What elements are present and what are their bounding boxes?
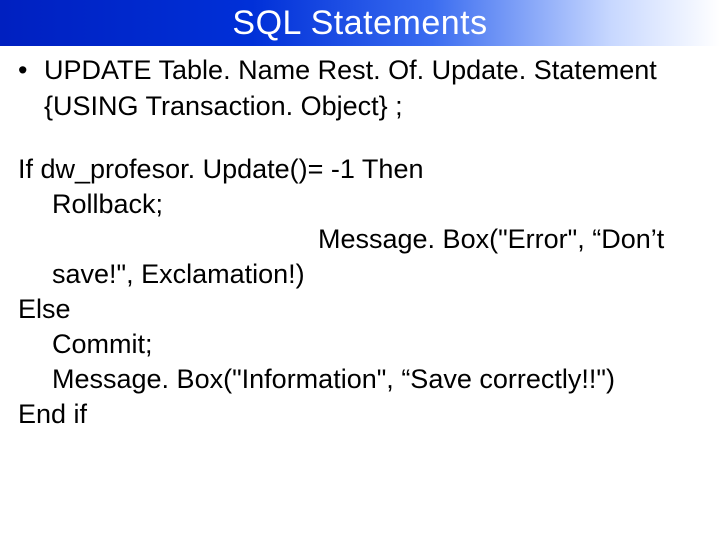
code-line: Message. Box("Information", “Save correc… [18,362,702,397]
slide-content: • UPDATE Table. Name Rest. Of. Update. S… [0,46,720,432]
code-line: save!", Exclamation!) [18,257,702,292]
bullet-item: • UPDATE Table. Name Rest. Of. Update. S… [18,54,702,88]
title-bar: SQL Statements [0,0,720,46]
code-line: Commit; [18,327,702,362]
slide-title: SQL Statements [232,4,487,43]
code-line: End if [18,397,702,432]
code-line: Message. Box("Error", “Don’t [18,222,702,257]
code-line: Rollback; [18,187,702,222]
code-line: Else [18,292,702,327]
bullet-dot-icon: • [18,54,44,88]
code-line: If dw_profesor. Update()= -1 Then [18,152,702,187]
code-block: If dw_profesor. Update()= -1 Then Rollba… [18,152,702,433]
bullet-text-line2: {USING Transaction. Object} ; [44,90,702,124]
bullet-text-line1: UPDATE Table. Name Rest. Of. Update. Sta… [44,54,702,88]
